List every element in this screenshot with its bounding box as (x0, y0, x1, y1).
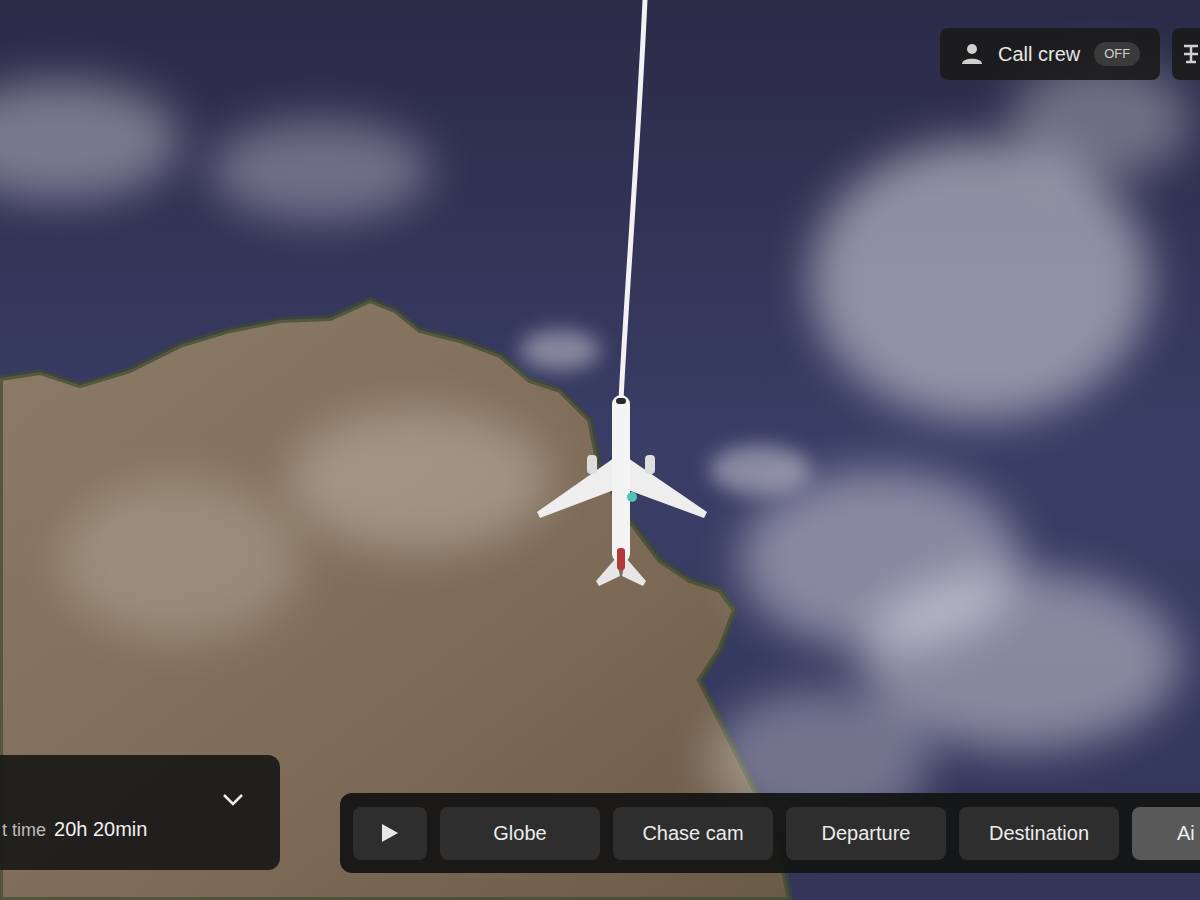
flight-time-label: t time (2, 817, 46, 844)
view-button-label: Globe (493, 818, 546, 848)
play-icon (381, 823, 399, 843)
clouds (0, 60, 1190, 830)
flight-time-value: 20h 20min (54, 814, 147, 844)
view-button[interactable]: Departure (786, 807, 946, 860)
call-crew-state: OFF (1094, 42, 1140, 66)
call-crew-state-text: OFF (1104, 46, 1130, 61)
view-button-label: Destination (989, 818, 1089, 848)
view-button[interactable]: Chase cam (613, 807, 773, 860)
view-button-label: Ai (1177, 818, 1195, 848)
flight-info-panel[interactable]: t time 20h 20min (0, 755, 280, 870)
seat-button[interactable] (1172, 28, 1200, 80)
view-button-label: Departure (822, 818, 911, 848)
call-crew-label: Call crew (998, 39, 1080, 69)
seat-icon (1182, 42, 1200, 66)
call-crew-button[interactable]: Call crew OFF (940, 28, 1160, 80)
view-bar: Globe Chase cam Departure Destination Ai (340, 793, 1200, 873)
flight-map-screen: Call crew OFF t time 20h 20min Globe Chas… (0, 0, 1200, 900)
person-icon (960, 42, 984, 66)
view-button[interactable]: Ai (1132, 807, 1200, 860)
view-buttons: Globe Chase cam Departure Destination Ai (440, 807, 1200, 860)
view-button[interactable]: Globe (440, 807, 600, 860)
view-button[interactable]: Destination (959, 807, 1119, 860)
view-button-label: Chase cam (642, 818, 743, 848)
airplane-icon[interactable] (537, 395, 707, 586)
chevron-icon[interactable] (222, 793, 244, 807)
flight-time-row: t time 20h 20min (2, 814, 280, 844)
flight-path (621, 0, 645, 400)
play-button[interactable] (353, 807, 427, 860)
